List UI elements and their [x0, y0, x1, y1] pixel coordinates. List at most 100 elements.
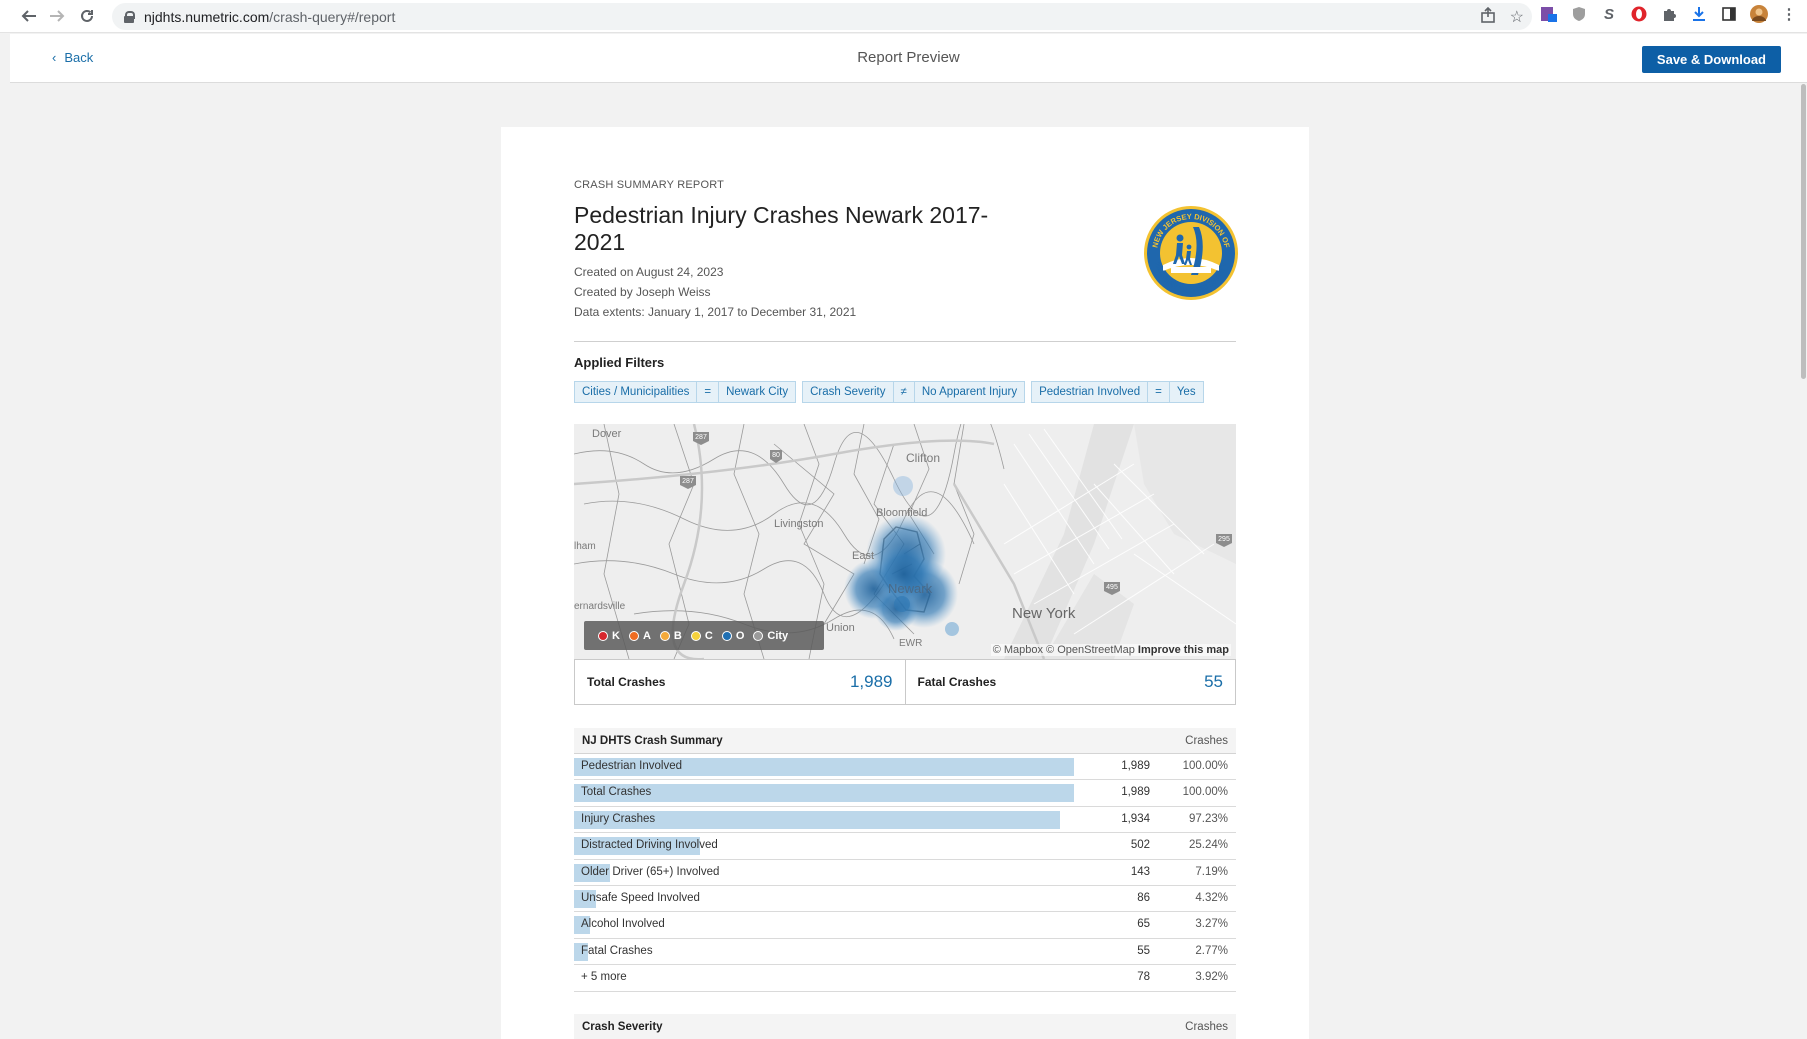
reload-icon[interactable] — [72, 1, 102, 31]
row-count: 1,989 — [1121, 760, 1150, 772]
improve-map-link[interactable]: Improve this map — [1138, 644, 1229, 656]
row-percent: 97.23% — [1188, 812, 1228, 825]
table-row[interactable]: Alcohol Involved 65 3.27% — [574, 912, 1236, 939]
row-count: 78 — [1137, 971, 1150, 984]
svg-text:80: 80 — [772, 452, 780, 459]
created-by: Created by Joseph Weiss — [574, 285, 711, 299]
filter-chip-severity[interactable]: Crash Severity ≠ No Apparent Injury — [802, 381, 1026, 403]
forward-arrow-icon[interactable] — [42, 1, 72, 31]
filter-value: No Apparent Injury — [921, 386, 1018, 398]
bookmark-star-icon[interactable]: ☆ — [1510, 7, 1524, 28]
map-label-union: Union — [826, 622, 855, 634]
legend-c[interactable]: C — [690, 630, 713, 642]
crash-severity-table: Crash Severity Crashes — [574, 1014, 1236, 1039]
legend-o[interactable]: O — [721, 630, 744, 642]
more-menu-icon[interactable]: ⋮ — [1779, 4, 1799, 24]
scrollbar-thumb[interactable] — [1801, 84, 1806, 379]
lock-icon — [124, 10, 135, 23]
summary-stats: Total Crashes 1,989 Fatal Crashes 55 — [574, 659, 1236, 705]
row-label: Pedestrian Involved — [581, 760, 683, 772]
row-percent: 3.92% — [1195, 971, 1228, 984]
filter-chip-city[interactable]: Cities / Municipalities = Newark City — [574, 381, 797, 403]
row-count: 143 — [1130, 865, 1150, 878]
url-host: njdhts.numetric.com — [144, 8, 270, 25]
report-title: Pedestrian Injury Crashes Newark 2017-20… — [574, 202, 989, 255]
row-count: 55 — [1137, 944, 1150, 957]
svg-text:287: 287 — [682, 478, 694, 485]
shield-extension-icon[interactable] — [1569, 4, 1589, 24]
map-label-dover: Dover — [592, 428, 622, 440]
map-label-new-york: New York — [1012, 605, 1076, 622]
row-count: 1,989 — [1121, 786, 1150, 799]
download-icon[interactable] — [1689, 4, 1709, 24]
row-label: Fatal Crashes — [581, 944, 653, 957]
map-label-clifton: Clifton — [906, 451, 940, 465]
data-extents: Data extents: January 1, 2017 to Decembe… — [574, 305, 857, 319]
puzzle-extensions-icon[interactable] — [1659, 4, 1679, 24]
svg-text:495: 495 — [1106, 584, 1118, 591]
table-header: NJ DHTS Crash Summary Crashes — [574, 728, 1236, 754]
filter-chips: Cities / Municipalities = Newark City Cr… — [574, 381, 1204, 403]
legend-city[interactable]: City — [753, 630, 788, 642]
legend-a[interactable]: A — [628, 630, 651, 642]
map-label-hanover: lham — [574, 541, 596, 552]
filter-value: Yes — [1176, 386, 1196, 398]
legend-b[interactable]: B — [659, 630, 682, 642]
table-title: Crash Severity — [582, 1020, 663, 1033]
row-label: Distracted Driving Involved — [581, 839, 718, 852]
address-bar[interactable]: njdhts.numetric.com/crash-query#/report … — [112, 3, 1532, 30]
profile-avatar[interactable] — [1749, 4, 1769, 24]
row-label: Alcohol Involved — [581, 918, 665, 931]
row-count: 502 — [1130, 839, 1150, 852]
filter-chip-pedestrian[interactable]: Pedestrian Involved = Yes — [1031, 381, 1204, 403]
row-percent: 25.24% — [1188, 839, 1228, 852]
map-legend[interactable]: K A B C O City — [584, 621, 824, 650]
total-crashes-stat: Total Crashes 1,989 — [575, 660, 906, 704]
table-row[interactable]: Unsafe Speed Involved 86 4.32% — [574, 886, 1236, 913]
table-header: Crash Severity Crashes — [574, 1014, 1236, 1039]
report-kicker: CRASH SUMMARY REPORT — [574, 179, 725, 191]
map-label-newark: Newark — [888, 581, 933, 596]
row-label: Unsafe Speed Involved — [581, 891, 700, 904]
table-row[interactable]: Pedestrian Involved 1,989 100.00% — [574, 754, 1236, 781]
opera-extension-icon[interactable] — [1629, 4, 1649, 24]
map-label-ewr: EWR — [899, 638, 922, 649]
table-row[interactable]: Total Crashes 1,989 100.00% — [574, 780, 1236, 807]
fatal-crashes-stat: Fatal Crashes 55 — [906, 660, 1236, 704]
legend-k[interactable]: K — [598, 630, 620, 642]
side-panel-icon[interactable] — [1719, 4, 1739, 24]
table-row[interactable]: Injury Crashes 1,934 97.23% — [574, 807, 1236, 834]
filter-field: Pedestrian Involved — [1032, 382, 1149, 402]
table-row[interactable]: Older Driver (65+) Involved 143 7.19% — [574, 860, 1236, 886]
report-page: CRASH SUMMARY REPORT Pedestrian Injury C… — [501, 127, 1309, 1039]
row-label: + 5 more — [581, 971, 627, 984]
svg-text:295: 295 — [1218, 536, 1230, 543]
save-download-button[interactable]: Save & Download — [1641, 46, 1781, 73]
header-divider — [574, 341, 1236, 342]
nj-dhts-logo: NEW JERSEY DIVISION OF HIGHWAY TRAFFIC S… — [1143, 205, 1239, 301]
browser-toolbar: njdhts.numetric.com/crash-query#/report … — [0, 0, 1807, 33]
created-on: Created on August 24, 2023 — [574, 265, 724, 279]
s-extension-icon[interactable]: S — [1599, 4, 1619, 24]
svg-text:287: 287 — [695, 434, 707, 441]
row-count: 65 — [1137, 918, 1150, 931]
map-label-east: East — [852, 550, 874, 562]
total-crashes-value: 1,989 — [849, 672, 893, 691]
filter-operator: = — [697, 382, 720, 402]
row-label: Total Crashes — [581, 786, 652, 799]
share-icon[interactable] — [1480, 6, 1496, 28]
filter-field: Crash Severity — [803, 382, 894, 402]
table-row[interactable]: Fatal Crashes 55 2.77% — [574, 939, 1236, 966]
row-percent: 7.19% — [1195, 865, 1228, 878]
row-count: 86 — [1137, 891, 1150, 904]
back-arrow-icon[interactable] — [14, 1, 44, 31]
filter-operator: ≠ — [894, 382, 915, 402]
map-attribution: © Mapbox © OpenStreetMap Improve this ma… — [990, 644, 1231, 656]
row-percent: 100.00% — [1182, 786, 1228, 799]
extension-b-icon[interactable] — [1539, 4, 1559, 24]
table-column-label: Crashes — [1185, 1020, 1228, 1033]
crash-heat-map[interactable]: 287 287 80 495 295 Dover Clifton Bloomfi… — [574, 424, 1236, 659]
filter-value: Newark City — [726, 386, 789, 398]
table-row[interactable]: + 5 more 78 3.92% — [574, 965, 1236, 992]
table-row[interactable]: Distracted Driving Involved 502 25.24% — [574, 833, 1236, 860]
